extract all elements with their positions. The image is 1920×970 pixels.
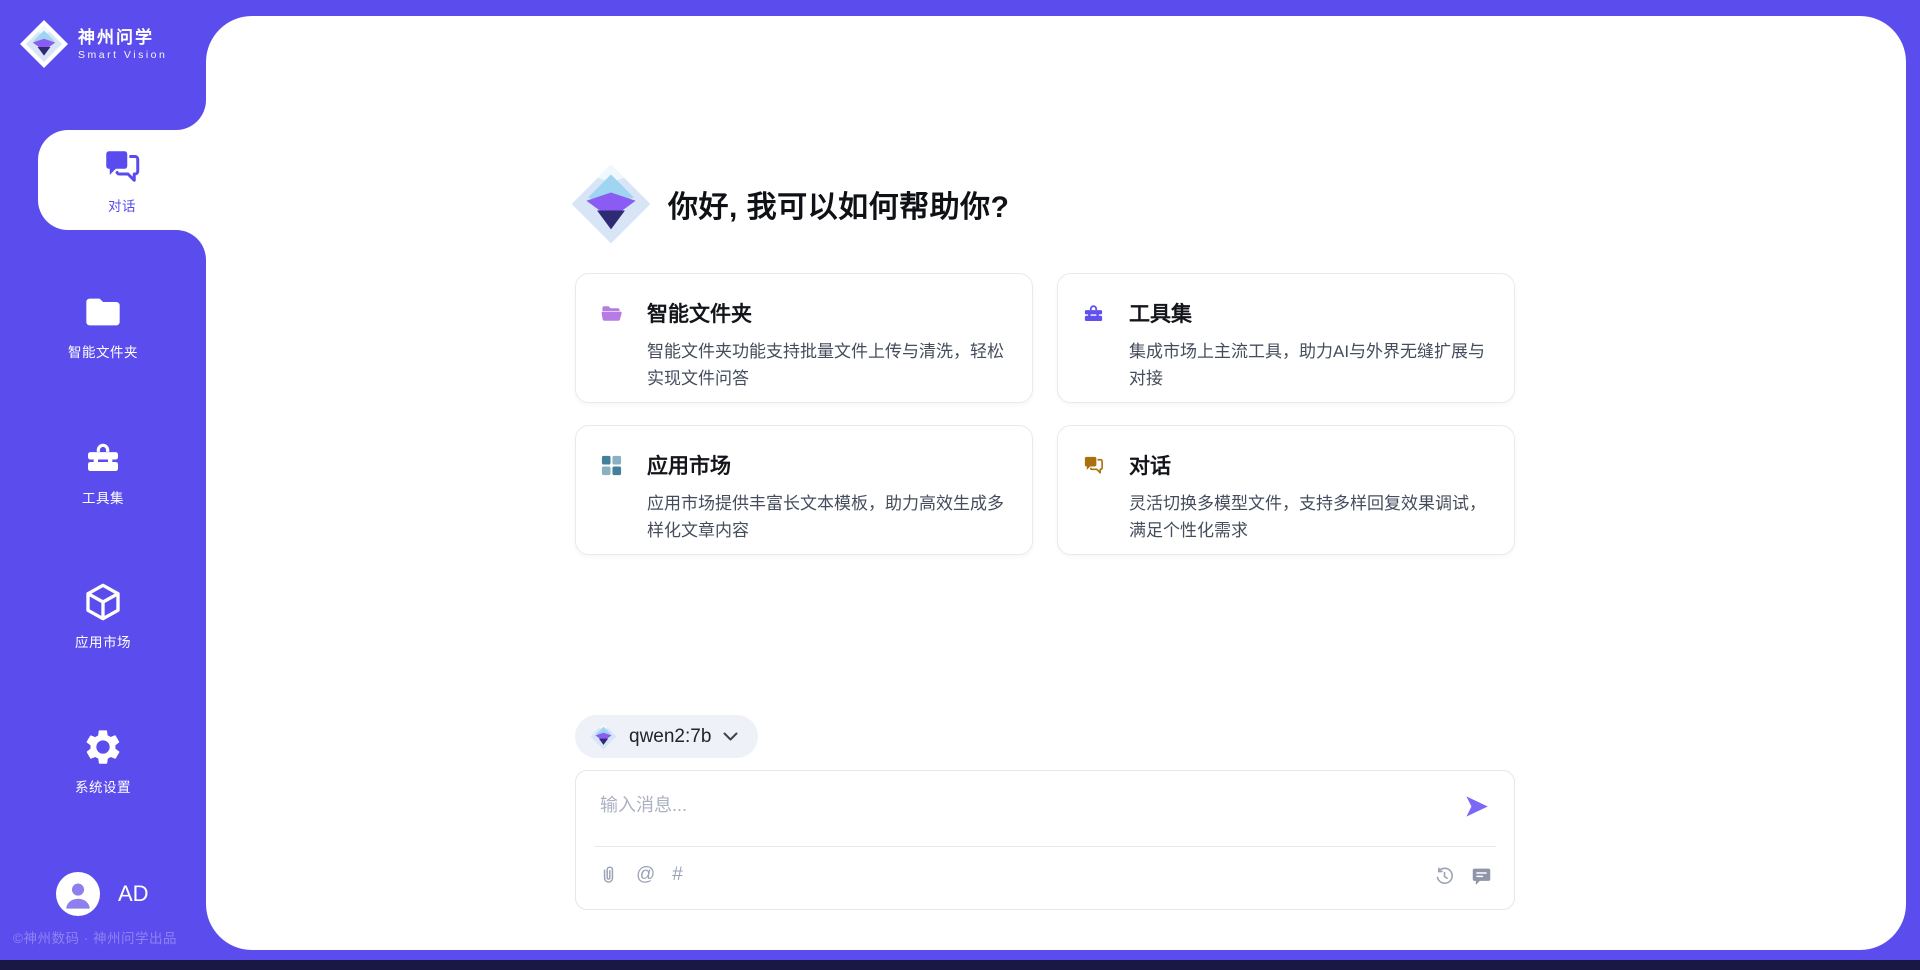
chat-bubbles-icon xyxy=(1082,454,1105,477)
folder-icon xyxy=(83,292,123,332)
sidebar-item-label: 对话 xyxy=(108,195,136,215)
greeting: 你好, 我可以如何帮助你? xyxy=(570,163,1010,245)
brand-logo-icon xyxy=(20,20,68,68)
card-smart-folder[interactable]: 智能文件夹 智能文件夹功能支持批量文件上传与清洗，轻松实现文件问答 xyxy=(575,273,1033,403)
window-bottom-bar xyxy=(0,960,1920,970)
sidebar-item-label: 应用市场 xyxy=(75,631,131,651)
feature-cards: 智能文件夹 智能文件夹功能支持批量文件上传与清洗，轻松实现文件问答 工具集 集成… xyxy=(575,273,1515,555)
at-icon[interactable]: @ xyxy=(636,864,655,886)
sidebar-item-label: 智能文件夹 xyxy=(68,341,138,361)
tab-curve-bottom xyxy=(176,230,206,260)
card-app-market[interactable]: 应用市场 应用市场提供丰富长文本模板，助力高效生成多样化文章内容 xyxy=(575,425,1033,555)
card-description: 集成市场上主流工具，助力AI与外界无缝扩展与对接 xyxy=(1129,338,1488,392)
tab-curve-top xyxy=(176,100,206,130)
card-title: 智能文件夹 xyxy=(647,298,752,328)
hash-icon[interactable]: # xyxy=(672,864,683,886)
model-selector[interactable]: qwen2:7b xyxy=(575,715,758,758)
folder-open-icon xyxy=(600,302,623,325)
model-logo-icon xyxy=(590,723,617,750)
brand-name: 神州问学 xyxy=(78,27,167,48)
history-icon[interactable] xyxy=(1434,866,1455,887)
sidebar-item-toolset[interactable]: 工具集 xyxy=(0,438,206,507)
composer-toolbar-left: @ # xyxy=(598,864,683,886)
app-window: 神州问学 Smart Vision 对话 智能文件夹 工具集 应用市场 xyxy=(0,0,1920,970)
send-icon[interactable] xyxy=(1463,793,1490,820)
toolbox-icon xyxy=(1082,302,1105,325)
card-description: 应用市场提供丰富长文本模板，助力高效生成多样化文章内容 xyxy=(647,490,1006,544)
card-title: 工具集 xyxy=(1129,298,1192,328)
message-input[interactable] xyxy=(598,789,1422,841)
card-chat[interactable]: 对话 灵活切换多模型文件，支持多样回复效果调试，满足个性化需求 xyxy=(1057,425,1515,555)
card-toolset[interactable]: 工具集 集成市场上主流工具，助力AI与外界无缝扩展与对接 xyxy=(1057,273,1515,403)
sidebar-item-app-market[interactable]: 应用市场 xyxy=(0,582,206,651)
sidebar-item-label: 工具集 xyxy=(82,487,124,507)
user-profile[interactable]: AD xyxy=(56,872,149,916)
sidebar-item-smart-folder[interactable]: 智能文件夹 xyxy=(0,292,206,361)
user-initials: AD xyxy=(118,881,149,907)
brand: 神州问学 Smart Vision xyxy=(20,20,167,68)
card-title: 应用市场 xyxy=(647,450,731,480)
comment-icon[interactable] xyxy=(1471,866,1492,887)
chevron-down-icon xyxy=(723,732,738,742)
chat-bubbles-icon xyxy=(101,146,143,188)
brand-subtitle: Smart Vision xyxy=(78,49,167,61)
card-description: 灵活切换多模型文件，支持多样回复效果调试，满足个性化需求 xyxy=(1129,490,1488,544)
card-title: 对话 xyxy=(1129,450,1171,480)
grid-icon xyxy=(600,454,623,477)
card-description: 智能文件夹功能支持批量文件上传与清洗，轻松实现文件问答 xyxy=(647,338,1006,392)
sidebar-item-settings[interactable]: 系统设置 xyxy=(0,727,206,796)
toolbox-icon xyxy=(83,438,123,478)
message-composer: @ # xyxy=(575,770,1515,910)
assistant-logo-icon xyxy=(570,163,652,245)
sidebar-item-label: 系统设置 xyxy=(75,776,131,796)
person-icon xyxy=(56,872,100,916)
greeting-title: 你好, 我可以如何帮助你? xyxy=(668,182,1010,226)
copyright-text: ©神州数码 · 神州问学出品 xyxy=(13,927,177,947)
sidebar-item-chat[interactable]: 对话 xyxy=(38,130,206,230)
cube-icon xyxy=(83,582,123,622)
avatar xyxy=(56,872,100,916)
composer-divider xyxy=(594,846,1496,847)
gear-icon xyxy=(83,727,123,767)
model-name: qwen2:7b xyxy=(629,726,711,748)
composer-toolbar-right xyxy=(1434,866,1492,887)
paperclip-icon[interactable] xyxy=(598,865,619,886)
